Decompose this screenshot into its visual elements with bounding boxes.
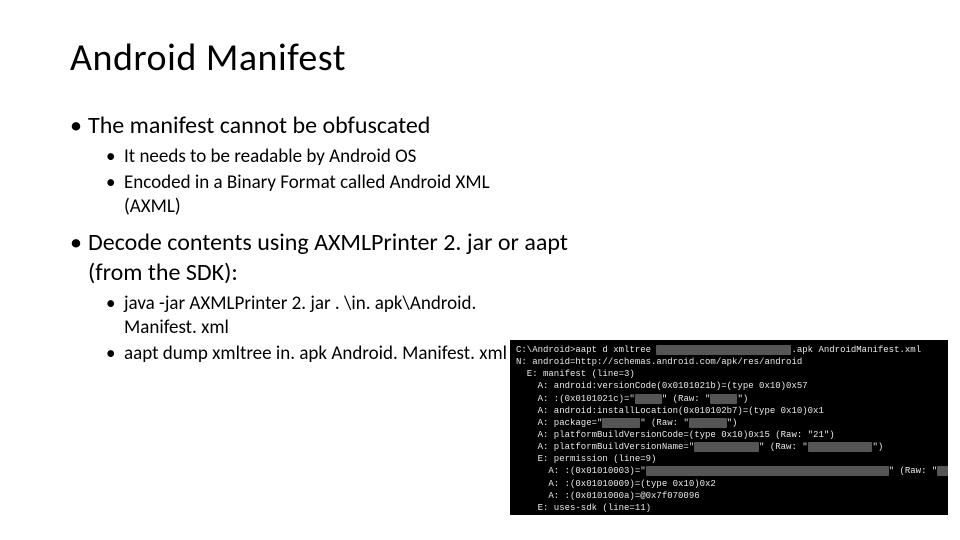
term-l7b: " (Raw: " xyxy=(640,418,689,428)
slide: Android Manifest The manifest cannot be … xyxy=(0,0,960,540)
term-l5b: " (Raw: " xyxy=(662,394,711,404)
redacted xyxy=(689,418,727,428)
bullet-2: Decode contents using AXMLPrinter 2. jar… xyxy=(70,228,570,365)
redacted xyxy=(635,394,662,404)
redacted xyxy=(646,466,889,476)
term-l11b: " (Raw: " xyxy=(889,466,938,476)
bullet-1-text: The manifest cannot be obfuscated xyxy=(88,111,430,140)
term-l1b: .apk AndroidManifest.xml xyxy=(791,345,921,355)
term-l10: E: permission (line=9) xyxy=(516,454,656,464)
bullet-1b: Encoded in a Binary Format called Androi… xyxy=(88,171,508,219)
term-l4: A: android:versionCode(0x0101021b)=(type… xyxy=(516,381,808,391)
term-l9c: ") xyxy=(872,442,883,452)
term-l1a: C:\Android>aapt d xmltree xyxy=(516,345,656,355)
term-l9b: " (Raw: " xyxy=(759,442,808,452)
terminal-output: C:\Android>aapt d xmltree .apk AndroidMa… xyxy=(510,340,948,515)
redacted xyxy=(656,345,791,355)
redacted xyxy=(710,394,737,404)
term-l9a: A: platformBuildVersionName=" xyxy=(516,442,694,452)
term-l2: N: android=http://schemas.android.com/ap… xyxy=(516,357,802,367)
redacted xyxy=(808,442,873,452)
term-l13: A: :(0x0101000a)=@0x7f070096 xyxy=(516,491,700,501)
term-l11a: A: :(0x01010003)=" xyxy=(516,466,646,476)
bullet-2b: aapt dump xmltree in. apk Android. Manif… xyxy=(88,342,508,366)
bullet-1: The manifest cannot be obfuscated It nee… xyxy=(70,111,570,218)
redacted xyxy=(602,418,640,428)
bullet-list: The manifest cannot be obfuscated It nee… xyxy=(70,111,960,366)
term-l3: E: manifest (line=3) xyxy=(516,369,635,379)
term-l8: A: platformBuildVersionCode=(type 0x10)0… xyxy=(516,430,835,440)
bullet-2-text: Decode contents using AXMLPrinter 2. jar… xyxy=(88,228,568,287)
term-l12: A: :(0x01010009)=(type 0x10)0x2 xyxy=(516,479,716,489)
bullet-2-sub: java -jar AXMLPrinter 2. jar . \in. apk\… xyxy=(88,292,570,365)
slide-title: Android Manifest xyxy=(70,35,960,81)
bullet-2a: java -jar AXMLPrinter 2. jar . \in. apk\… xyxy=(88,292,508,340)
term-l6: A: android:installLocation(0x010102b7)=(… xyxy=(516,406,824,416)
term-l14: E: uses-sdk (line=11) xyxy=(516,503,651,513)
bullet-1-sub: It needs to be readable by Android OS En… xyxy=(88,145,570,218)
term-l5a: A: :(0x0101021c)=" xyxy=(516,394,635,404)
redacted xyxy=(694,442,759,452)
term-l7a: A: package=" xyxy=(516,418,602,428)
term-l7c: ") xyxy=(727,418,738,428)
redacted xyxy=(937,466,948,476)
term-l5c: ") xyxy=(737,394,748,404)
bullet-1a: It needs to be readable by Android OS xyxy=(88,145,508,169)
